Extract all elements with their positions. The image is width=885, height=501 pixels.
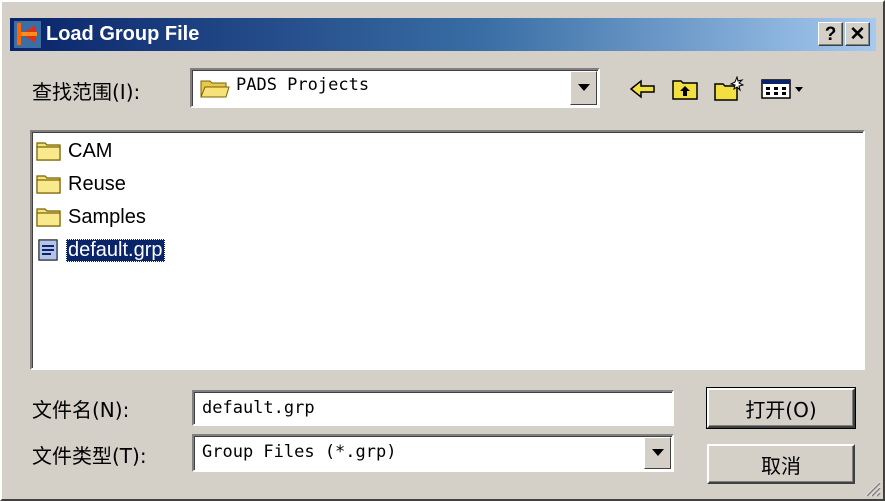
new-folder-icon (714, 76, 745, 101)
view-menu-button[interactable] (758, 70, 808, 108)
list-item[interactable]: CAM (36, 136, 114, 166)
title-bar[interactable]: Load Group File ? ✕ (10, 18, 876, 51)
list-item-selected[interactable]: default.grp (36, 235, 165, 265)
folder-icon (36, 208, 61, 227)
file-name: Reuse (68, 172, 126, 195)
filetype-dropdown[interactable]: Group Files (*.grp) (192, 434, 674, 472)
open-button[interactable]: 打开(O) (706, 387, 856, 429)
file-name: CAM (68, 139, 113, 162)
folder-open-icon (200, 77, 230, 104)
list-item[interactable]: Samples (36, 202, 148, 232)
filetype-dropdown-arrow[interactable] (644, 437, 671, 469)
close-button[interactable]: ✕ (845, 22, 870, 46)
file-list[interactable]: CAM Reuse Samples default.grp (30, 130, 865, 370)
back-arrow-icon (630, 79, 655, 99)
new-folder-button[interactable] (712, 70, 746, 108)
list-item[interactable]: Reuse (36, 169, 128, 199)
up-folder-icon (672, 80, 698, 100)
resize-grip-icon[interactable] (863, 479, 881, 497)
up-folder-button[interactable] (668, 70, 702, 108)
view-menu-icon (761, 79, 803, 99)
filetype-value: Group Files (*.grp) (202, 442, 397, 462)
document-icon (38, 239, 58, 261)
filename-label: 文件名(N): (32, 398, 130, 422)
lookin-label: 查找范围(I): (32, 80, 141, 104)
lookin-value: PADS Projects (236, 75, 370, 95)
lookin-dropdown[interactable]: PADS Projects (190, 68, 600, 108)
folder-icon (36, 142, 61, 161)
folder-icon (36, 175, 61, 194)
app-icon (14, 21, 41, 48)
filetype-label: 文件类型(T): (32, 444, 147, 468)
filename-input[interactable]: default.grp (192, 390, 674, 426)
file-name: default.grp (66, 238, 165, 262)
help-button[interactable]: ? (818, 22, 843, 46)
cancel-button[interactable]: 取消 (707, 444, 855, 484)
file-name: Samples (68, 205, 146, 228)
lookin-dropdown-arrow[interactable] (570, 71, 597, 105)
dialog-title: Load Group File (46, 23, 200, 45)
back-button[interactable] (626, 70, 660, 108)
